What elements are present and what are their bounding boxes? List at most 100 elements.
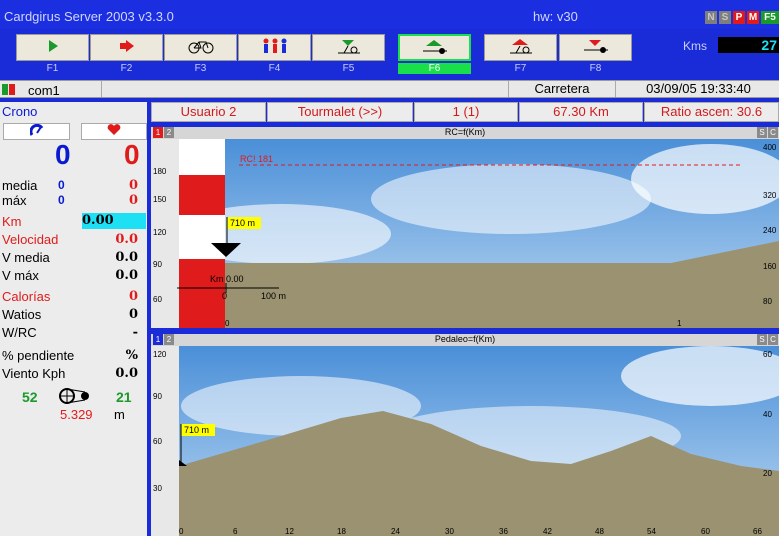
wrc-value: - (132, 325, 138, 340)
gear-rear: 21 (116, 389, 132, 405)
rc-right-tick-3: 160 (763, 262, 777, 271)
pedaling-x-tick-5: 30 (445, 527, 454, 536)
slope-row: % pendiente% (0, 346, 147, 364)
rc-left-tick-3: 90 (153, 260, 162, 269)
velocity-row: Velocidad 0.0 (0, 230, 147, 248)
status-spacer (101, 81, 507, 97)
calories-row: Calorías 0 (0, 287, 147, 305)
rc-plot-area: RC! 181 710 m Km 0.00 0 100 m 180 150 12… (151, 139, 779, 328)
heart-icon (107, 124, 121, 135)
pedaling-right-tick-2: 20 (763, 469, 772, 478)
rc-corner-s[interactable]: S (757, 127, 767, 138)
pedaling-x-tick-2: 12 (285, 527, 294, 536)
pedaling-chart-header: 1 2 Pedaleo=f(Km) S C (151, 334, 779, 346)
vmax-label: V máx (2, 268, 39, 283)
rc-corner-c[interactable]: C (768, 127, 778, 138)
calories-value: 0 (128, 289, 138, 304)
toolbar-button-f8[interactable] (559, 34, 632, 61)
km-row: Km 0.00 (0, 212, 147, 230)
wrc-label: W/RC (2, 325, 37, 340)
rc-left-tick-2: 120 (153, 228, 167, 237)
chainring-icon (55, 387, 95, 408)
pedaling-x-tick-7: 42 (543, 527, 552, 536)
port-green-led (2, 84, 8, 95)
key-label-f6: F6 (398, 63, 471, 74)
descend-icon (313, 38, 384, 61)
route-name[interactable]: Tourmalet (>>) (267, 102, 413, 122)
exit-icon (91, 38, 162, 59)
pedaling-right-tick-1: 40 (763, 410, 772, 419)
watts-row: Watios 0 (0, 305, 147, 323)
pedaling-chart-title: Pedaleo=f(Km) (434, 334, 496, 344)
max-hr: 0 (128, 193, 138, 208)
pedaling-x-tick-1: 6 (233, 527, 238, 536)
rc-right-tick-2: 240 (763, 226, 777, 235)
flat-icon (400, 39, 469, 62)
kms-value: 27 (761, 37, 777, 53)
key-label-f7: F7 (514, 63, 527, 74)
flag-f5[interactable]: F5 (761, 11, 779, 24)
media-speed: 0 (58, 178, 65, 192)
vmedia-value: 0.0 (115, 250, 138, 265)
flag-m[interactable]: M (747, 11, 759, 24)
rc-right-tick-4: 80 (763, 297, 772, 306)
crono-label[interactable]: Crono (2, 104, 37, 119)
pedaling-left-tick-1: 90 (153, 392, 162, 401)
pedaling-chart: 1 2 Pedaleo=f(Km) S C 710 m 120 90 60 30… (151, 334, 779, 536)
rc-left-tick-1: 150 (153, 195, 167, 204)
toolbar-button-f2[interactable] (90, 34, 163, 61)
max-row: máx 0 0 (0, 191, 147, 209)
rc-km-marker: Km 0.00 (210, 274, 244, 284)
pedaling-corner-c[interactable]: C (768, 334, 778, 345)
rc-chart: 1 2 RC=f(Km) S C RC! 181 710 m Km 0.00 0… (151, 127, 779, 328)
flag-p[interactable]: P (733, 11, 745, 24)
user-name[interactable]: Usuario 2 (151, 102, 266, 122)
left-stats-panel: Crono 0 0 media 0 0 máx 0 0 Km 0.00 Velocidad… (0, 102, 147, 536)
pedaling-left-tick-0: 120 (153, 350, 167, 359)
max-speed: 0 (58, 193, 65, 207)
app-title: Cardgirus Server 2003 v3.3.0 (4, 9, 174, 24)
crono-row: Crono (0, 102, 147, 120)
vmax-row: V máx 0.0 (0, 266, 147, 284)
rc-left-tick-0: 180 (153, 167, 167, 176)
development-row: 5.329 m (0, 406, 147, 424)
pedaling-x-tick-8: 48 (595, 527, 604, 536)
pedaling-corner-s[interactable]: S (757, 334, 767, 345)
gear-front: 52 (22, 389, 38, 405)
key-label-f8: F8 (589, 63, 602, 74)
flag-s[interactable]: S (719, 11, 731, 24)
terrain-type: Carretera (508, 81, 616, 97)
rc-scale-label: 100 m (261, 291, 286, 301)
kms-label: Kms (683, 39, 707, 53)
velocity-value: 0.0 (115, 232, 138, 247)
datetime: 03/09/05 19:33:40 (646, 81, 751, 96)
status-bar: com1 Carretera 03/09/05 19:33:40 (0, 80, 779, 98)
rc-x-tick-0: 0 (225, 319, 230, 328)
toolbar-button-f6[interactable] (398, 34, 471, 61)
toolbar-button-f5[interactable] (312, 34, 385, 61)
rc-chart-header: 1 2 RC=f(Km) S C (151, 127, 779, 139)
key-label-f1: F1 (46, 63, 59, 74)
title-bar: Cardgirus Server 2003 v3.3.0 hw: v30 N S… (0, 0, 779, 29)
vmedia-label: V media (2, 250, 50, 265)
toolbar-button-f1[interactable] (16, 34, 89, 61)
key-label-f5: F5 (342, 63, 355, 74)
velocity-label: Velocidad (2, 232, 59, 247)
toolbar-button-f3[interactable] (164, 34, 237, 61)
rc-x-tick-1: 1 (677, 319, 682, 328)
slope-value: % (125, 348, 138, 363)
climb-ratio: Ratio ascen: 30.6 (644, 102, 779, 122)
pedaling-altitude-text: 710 m (184, 425, 209, 435)
brake-icon (560, 38, 631, 61)
flag-n[interactable]: N (705, 11, 717, 24)
lap-count: 1 (1) (414, 102, 518, 122)
port-red-led (9, 84, 15, 95)
toolbar-button-f4[interactable] (238, 34, 311, 61)
toolbar-button-f7[interactable] (484, 34, 557, 61)
wind-value: 0.0 (115, 366, 138, 381)
pedaling-left-tick-3: 30 (153, 484, 162, 493)
watts-value: 0 (128, 307, 138, 322)
calories-label: Calorías (2, 289, 51, 304)
development-value: 5.329 (60, 407, 93, 422)
key-label-f2: F2 (120, 63, 133, 74)
